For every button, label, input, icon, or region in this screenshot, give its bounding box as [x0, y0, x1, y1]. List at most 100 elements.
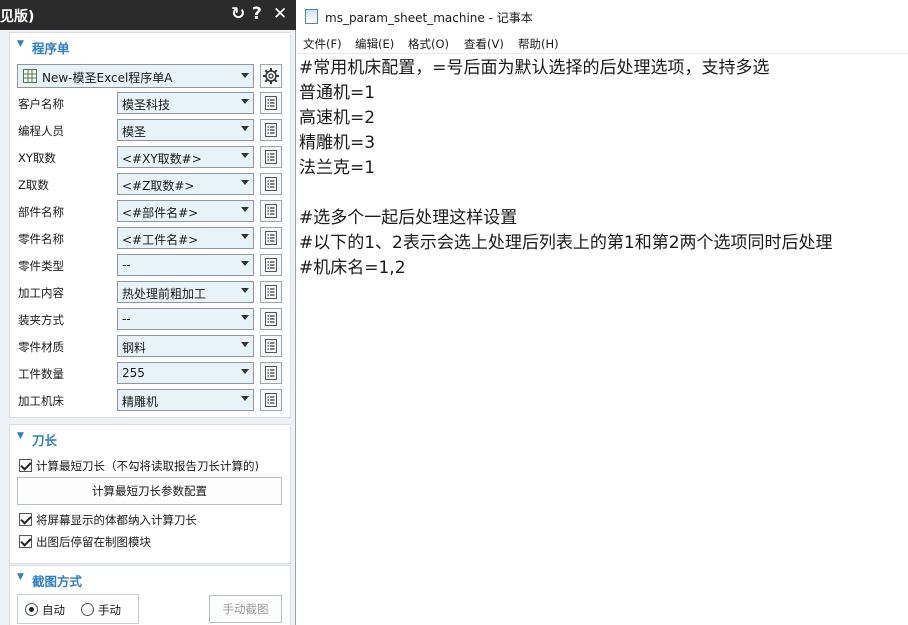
manual-capture-button[interactable]: 手动截图 [209, 595, 282, 623]
help-icon[interactable]: ? [252, 4, 262, 24]
template-select[interactable]: New-模圣Excel程序单A [17, 64, 254, 88]
chevron-down-icon [241, 153, 249, 158]
field-value: -- [122, 312, 131, 326]
settings-button[interactable] [260, 64, 282, 88]
tool-config-button[interactable]: 计算最短刀长参数配置 [17, 477, 282, 505]
field-select[interactable]: 热处理前粗加工 [117, 281, 254, 303]
field-select[interactable]: 模圣 [117, 119, 254, 141]
field-select[interactable]: <#XY取数#> [117, 146, 254, 168]
list-edit-button[interactable] [260, 119, 282, 141]
field-select[interactable]: -- [117, 254, 254, 276]
field-label: 零件名称 [18, 232, 64, 246]
manual-radio-label: 手动 [98, 603, 121, 617]
field-select[interactable]: <#Z取数#> [117, 173, 254, 195]
collapse-arrow-icon[interactable]: ▼ [17, 431, 24, 441]
field-select[interactable]: <#工件名#> [117, 227, 254, 249]
chevron-down-icon [241, 207, 249, 212]
close-icon[interactable]: ✕ [273, 4, 287, 24]
field-label: 零件材质 [18, 340, 64, 354]
field-value: 钢料 [122, 341, 147, 355]
refresh-icon[interactable]: ↻ [231, 4, 245, 24]
field-value: -- [122, 258, 131, 272]
list-edit-button[interactable] [260, 146, 282, 168]
menu-item[interactable]: 格式(O) [408, 36, 449, 52]
field-select[interactable]: 精雕机 [117, 389, 254, 411]
tool-length-section: ▼ 刀长 计算最短刀长（不勾将读取报告刀长计算的) 计算最短刀长参数配置 将屏幕… [9, 424, 291, 564]
field-label: 加工机床 [18, 394, 64, 408]
field-select[interactable]: <#部件名#> [117, 200, 254, 222]
menu-item[interactable]: 编辑(E) [355, 36, 394, 52]
field-label: 部件名称 [18, 205, 64, 219]
list-edit-button[interactable] [260, 281, 282, 303]
field-value: <#XY取数#> [122, 152, 202, 166]
list-icon [265, 231, 277, 245]
capture-section: ▼ 截图方式 自动 手动 手动截图 [9, 565, 291, 625]
text-line: 普通机=1 [299, 83, 376, 103]
calc-shortest-checkbox[interactable] [19, 459, 32, 472]
field-select[interactable]: 255 [117, 362, 254, 384]
capture-mode-group: 自动 手动 [17, 594, 139, 624]
chevron-down-icon [241, 288, 249, 293]
tool-section-title: 刀长 [32, 433, 58, 448]
field-label: Z取数 [18, 178, 49, 192]
list-edit-button[interactable] [260, 362, 282, 384]
notepad-title: ms_param_sheet_machine - 记事本 [325, 11, 533, 25]
field-label: 工件数量 [18, 367, 64, 381]
tool-section-header[interactable]: ▼ 刀长 [10, 425, 290, 451]
capture-section-header[interactable]: ▼ 截图方式 [10, 566, 290, 592]
program-section-title: 程序单 [32, 41, 70, 56]
panel-title-bar: 见版) ↻ ? ✕ [0, 0, 296, 30]
field-select[interactable]: -- [117, 308, 254, 330]
list-edit-button[interactable] [260, 227, 282, 249]
field-value: <#Z取数#> [122, 179, 195, 193]
field-label: XY取数 [18, 151, 56, 165]
menu-bar: 文件(F) 编辑(E) 格式(O) 查看(V) 帮助(H) [297, 32, 908, 54]
list-edit-button[interactable] [260, 254, 282, 276]
chevron-down-icon [241, 99, 249, 104]
program-section: ▼ 程序单 New-模圣Excel程序单A 客户名称 模圣科技 编程人员 模圣 … [9, 32, 291, 418]
menu-item[interactable]: 查看(V) [464, 36, 504, 52]
include-visible-label: 将屏幕显示的体都纳入计算刀长 [36, 513, 197, 527]
chevron-down-icon [241, 126, 249, 131]
list-edit-button[interactable] [260, 173, 282, 195]
field-value: 模圣 [122, 125, 147, 139]
field-label: 加工内容 [18, 286, 64, 300]
include-visible-checkbox[interactable] [19, 513, 32, 526]
list-icon [265, 150, 277, 164]
list-edit-button[interactable] [260, 92, 282, 114]
auto-radio[interactable] [25, 603, 38, 616]
field-select[interactable]: 模圣科技 [117, 92, 254, 114]
field-select[interactable]: 钢料 [117, 335, 254, 357]
stay-after-label: 出图后停留在制图模块 [36, 535, 151, 549]
list-icon [265, 339, 277, 353]
field-value: <#工件名#> [122, 233, 199, 247]
list-icon [265, 312, 277, 326]
program-section-header[interactable]: ▼ 程序单 [10, 33, 290, 59]
list-edit-button[interactable] [260, 308, 282, 330]
list-edit-button[interactable] [260, 389, 282, 411]
field-label: 装夹方式 [18, 313, 64, 327]
manual-radio[interactable] [81, 603, 94, 616]
field-value: 255 [122, 366, 145, 380]
auto-radio-label: 自动 [42, 603, 65, 617]
list-icon [265, 258, 277, 272]
excel-icon [23, 69, 37, 83]
field-label: 零件类型 [18, 259, 64, 273]
stay-after-checkbox[interactable] [19, 535, 32, 548]
list-edit-button[interactable] [260, 200, 282, 222]
collapse-arrow-icon[interactable]: ▼ [17, 39, 24, 49]
collapse-arrow-icon[interactable]: ▼ [17, 572, 24, 582]
chevron-down-icon [241, 180, 249, 185]
text-line: #选多个一起后处理这样设置 [299, 208, 518, 228]
text-editor[interactable]: #常用机床配置，=号后面为默认选择的后处理选项，支持多选 普通机=1 高速机=2 精雕… [299, 56, 904, 281]
menu-item[interactable]: 帮助(H) [518, 36, 559, 52]
chevron-down-icon [241, 396, 249, 401]
text-line: #常用机床配置，=号后面为默认选择的后处理选项，支持多选 [299, 58, 770, 78]
list-icon [265, 177, 277, 191]
text-line: #以下的1、2表示会选上处理后列表上的第1和第2两个选项同时后处理 [299, 233, 833, 253]
text-line: #机床名=1,2 [299, 258, 406, 278]
list-icon [265, 393, 277, 407]
capture-section-title: 截图方式 [32, 574, 83, 589]
menu-item[interactable]: 文件(F) [303, 36, 342, 52]
list-edit-button[interactable] [260, 335, 282, 357]
